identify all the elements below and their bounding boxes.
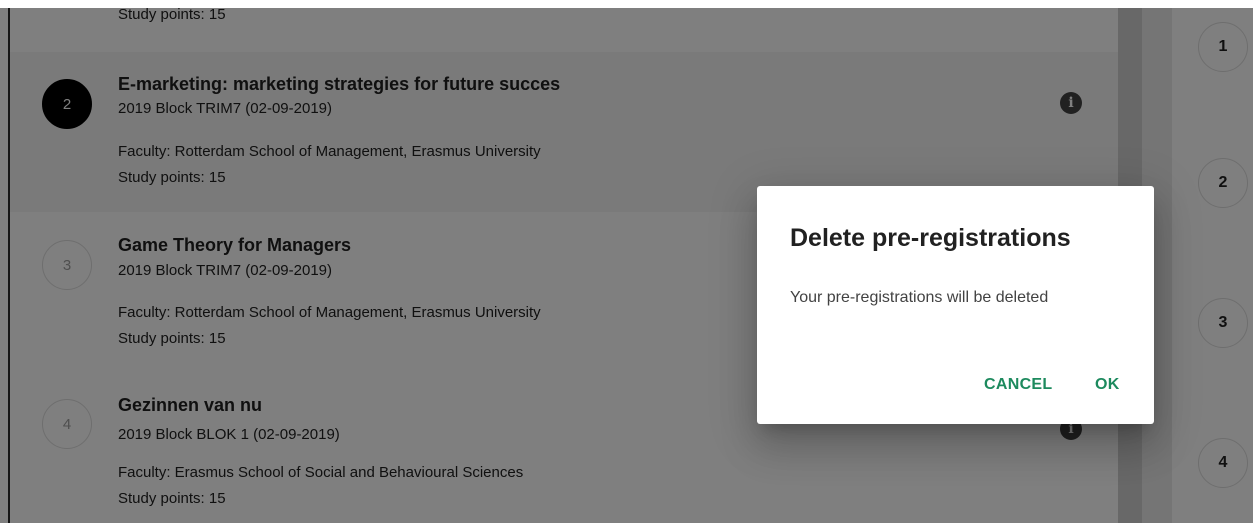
- dialog-title: Delete pre-registrations: [790, 224, 1071, 252]
- dialog-message: Your pre-registrations will be deleted: [790, 289, 1049, 306]
- ok-button[interactable]: OK: [1095, 376, 1120, 394]
- delete-dialog: Delete pre-registrations Your pre-regist…: [757, 186, 1154, 424]
- page: Study points: 15 2 E-marketing: marketin…: [0, 0, 1253, 523]
- top-strip: [0, 0, 1253, 8]
- cancel-button[interactable]: CANCEL: [984, 376, 1052, 394]
